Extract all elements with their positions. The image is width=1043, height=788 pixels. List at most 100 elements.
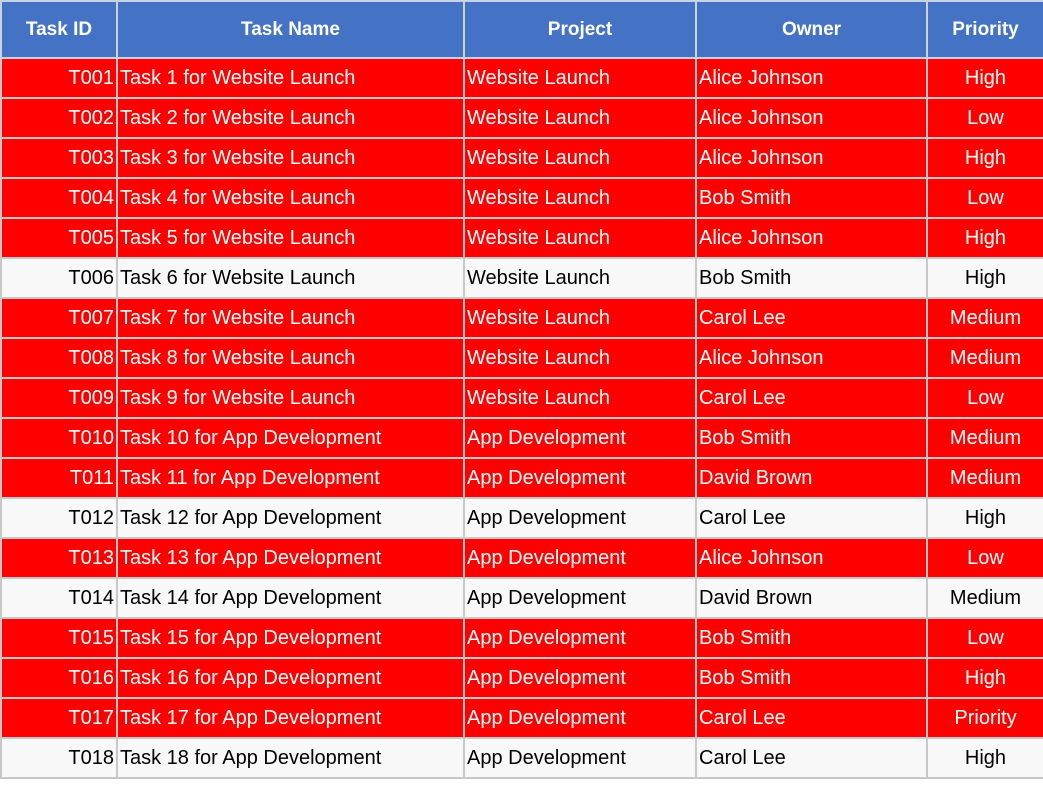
priority-cell[interactable]: Priority: [926, 697, 1043, 739]
task-id-cell[interactable]: T009: [0, 377, 118, 419]
column-header-priority[interactable]: Priority: [926, 0, 1043, 59]
task-id-cell[interactable]: T012: [0, 497, 118, 539]
owner-cell[interactable]: Carol Lee: [695, 377, 928, 419]
owner-cell[interactable]: Bob Smith: [695, 617, 928, 659]
owner-cell[interactable]: David Brown: [695, 577, 928, 619]
table-row[interactable]: T003 Task 3 for Website Launch Website Lau…: [0, 137, 1043, 179]
priority-cell[interactable]: High: [926, 737, 1043, 779]
task-name-cell[interactable]: Task 11 for App Development: [116, 457, 465, 499]
table-row[interactable]: T017 Task 17 for App Development App Devel…: [0, 697, 1043, 739]
table-row[interactable]: T002 Task 2 for Website Launch Website Lau…: [0, 97, 1043, 139]
table-row[interactable]: T009 Task 9 for Website Launch Website Lau…: [0, 377, 1043, 419]
task-id-cell[interactable]: T004: [0, 177, 118, 219]
project-cell[interactable]: App Development: [463, 417, 697, 459]
table-row[interactable]: T007 Task 7 for Website Launch Website Lau…: [0, 297, 1043, 339]
priority-cell[interactable]: Low: [926, 177, 1043, 219]
task-name-cell[interactable]: Task 2 for Website Launch: [116, 97, 465, 139]
task-id-cell[interactable]: T006: [0, 257, 118, 299]
project-cell[interactable]: App Development: [463, 617, 697, 659]
priority-cell[interactable]: Medium: [926, 337, 1043, 379]
priority-cell[interactable]: Low: [926, 617, 1043, 659]
task-id-cell[interactable]: T016: [0, 657, 118, 699]
task-name-cell[interactable]: Task 14 for App Development: [116, 577, 465, 619]
priority-cell[interactable]: Medium: [926, 457, 1043, 499]
project-cell[interactable]: Website Launch: [463, 137, 697, 179]
task-name-cell[interactable]: Task 13 for App Development: [116, 537, 465, 579]
owner-cell[interactable]: Bob Smith: [695, 417, 928, 459]
task-name-cell[interactable]: Task 7 for Website Launch: [116, 297, 465, 339]
priority-cell[interactable]: High: [926, 217, 1043, 259]
column-header-owner[interactable]: Owner: [695, 0, 928, 59]
owner-cell[interactable]: Carol Lee: [695, 697, 928, 739]
table-row[interactable]: T015 Task 15 for App Development App Devel…: [0, 617, 1043, 659]
table-row[interactable]: T001 Task 1 for Website Launch Website Lau…: [0, 57, 1043, 99]
task-name-cell[interactable]: Task 8 for Website Launch: [116, 337, 465, 379]
table-row[interactable]: T016 Task 16 for App Development App Devel…: [0, 657, 1043, 699]
task-name-cell[interactable]: Task 5 for Website Launch: [116, 217, 465, 259]
task-name-cell[interactable]: Task 3 for Website Launch: [116, 137, 465, 179]
owner-cell[interactable]: Alice Johnson: [695, 137, 928, 179]
priority-cell[interactable]: Low: [926, 97, 1043, 139]
task-id-cell[interactable]: T014: [0, 577, 118, 619]
task-name-cell[interactable]: Task 4 for Website Launch: [116, 177, 465, 219]
project-cell[interactable]: Website Launch: [463, 177, 697, 219]
priority-cell[interactable]: High: [926, 497, 1043, 539]
task-id-cell[interactable]: T002: [0, 97, 118, 139]
project-cell[interactable]: App Development: [463, 537, 697, 579]
task-name-cell[interactable]: Task 10 for App Development: [116, 417, 465, 459]
column-header-project[interactable]: Project: [463, 0, 697, 59]
owner-cell[interactable]: Alice Johnson: [695, 97, 928, 139]
owner-cell[interactable]: Alice Johnson: [695, 337, 928, 379]
task-id-cell[interactable]: T008: [0, 337, 118, 379]
priority-cell[interactable]: High: [926, 137, 1043, 179]
task-id-cell[interactable]: T007: [0, 297, 118, 339]
table-row[interactable]: T005 Task 5 for Website Launch Website Lau…: [0, 217, 1043, 259]
task-name-cell[interactable]: Task 9 for Website Launch: [116, 377, 465, 419]
task-id-cell[interactable]: T017: [0, 697, 118, 739]
project-cell[interactable]: App Development: [463, 577, 697, 619]
column-header-task-id[interactable]: Task ID: [0, 0, 118, 59]
owner-cell[interactable]: Carol Lee: [695, 497, 928, 539]
project-cell[interactable]: App Development: [463, 657, 697, 699]
table-row[interactable]: T013 Task 13 for App Development App Devel…: [0, 537, 1043, 579]
table-row[interactable]: T006 Task 6 for Website Launch Website Lau…: [0, 257, 1043, 299]
owner-cell[interactable]: Alice Johnson: [695, 217, 928, 259]
project-cell[interactable]: Website Launch: [463, 257, 697, 299]
priority-cell[interactable]: High: [926, 257, 1043, 299]
task-name-cell[interactable]: Task 12 for App Development: [116, 497, 465, 539]
task-id-cell[interactable]: T015: [0, 617, 118, 659]
task-id-cell[interactable]: T018: [0, 737, 118, 779]
column-header-task-name[interactable]: Task Name: [116, 0, 465, 59]
project-cell[interactable]: Website Launch: [463, 217, 697, 259]
project-cell[interactable]: Website Launch: [463, 297, 697, 339]
priority-cell[interactable]: Medium: [926, 417, 1043, 459]
table-row[interactable]: T018 Task 18 for App Development App Devel…: [0, 737, 1043, 779]
table-row[interactable]: T011 Task 11 for App Development App Devel…: [0, 457, 1043, 499]
owner-cell[interactable]: Bob Smith: [695, 257, 928, 299]
priority-cell[interactable]: Low: [926, 537, 1043, 579]
task-id-cell[interactable]: T005: [0, 217, 118, 259]
project-cell[interactable]: App Development: [463, 737, 697, 779]
table-row[interactable]: T014 Task 14 for App Development App Devel…: [0, 577, 1043, 619]
task-id-cell[interactable]: T013: [0, 537, 118, 579]
owner-cell[interactable]: Carol Lee: [695, 737, 928, 779]
priority-cell[interactable]: High: [926, 657, 1043, 699]
priority-cell[interactable]: Low: [926, 377, 1043, 419]
table-row[interactable]: T010 Task 10 for App Development App Devel…: [0, 417, 1043, 459]
owner-cell[interactable]: Alice Johnson: [695, 537, 928, 579]
owner-cell[interactable]: David Brown: [695, 457, 928, 499]
owner-cell[interactable]: Bob Smith: [695, 657, 928, 699]
table-row[interactable]: T012 Task 12 for App Development App Devel…: [0, 497, 1043, 539]
task-id-cell[interactable]: T010: [0, 417, 118, 459]
priority-cell[interactable]: Medium: [926, 297, 1043, 339]
task-name-cell[interactable]: Task 6 for Website Launch: [116, 257, 465, 299]
owner-cell[interactable]: Alice Johnson: [695, 57, 928, 99]
task-name-cell[interactable]: Task 17 for App Development: [116, 697, 465, 739]
task-id-cell[interactable]: T011: [0, 457, 118, 499]
task-id-cell[interactable]: T003: [0, 137, 118, 179]
priority-cell[interactable]: Medium: [926, 577, 1043, 619]
project-cell[interactable]: Website Launch: [463, 57, 697, 99]
task-name-cell[interactable]: Task 18 for App Development: [116, 737, 465, 779]
owner-cell[interactable]: Bob Smith: [695, 177, 928, 219]
task-name-cell[interactable]: Task 16 for App Development: [116, 657, 465, 699]
